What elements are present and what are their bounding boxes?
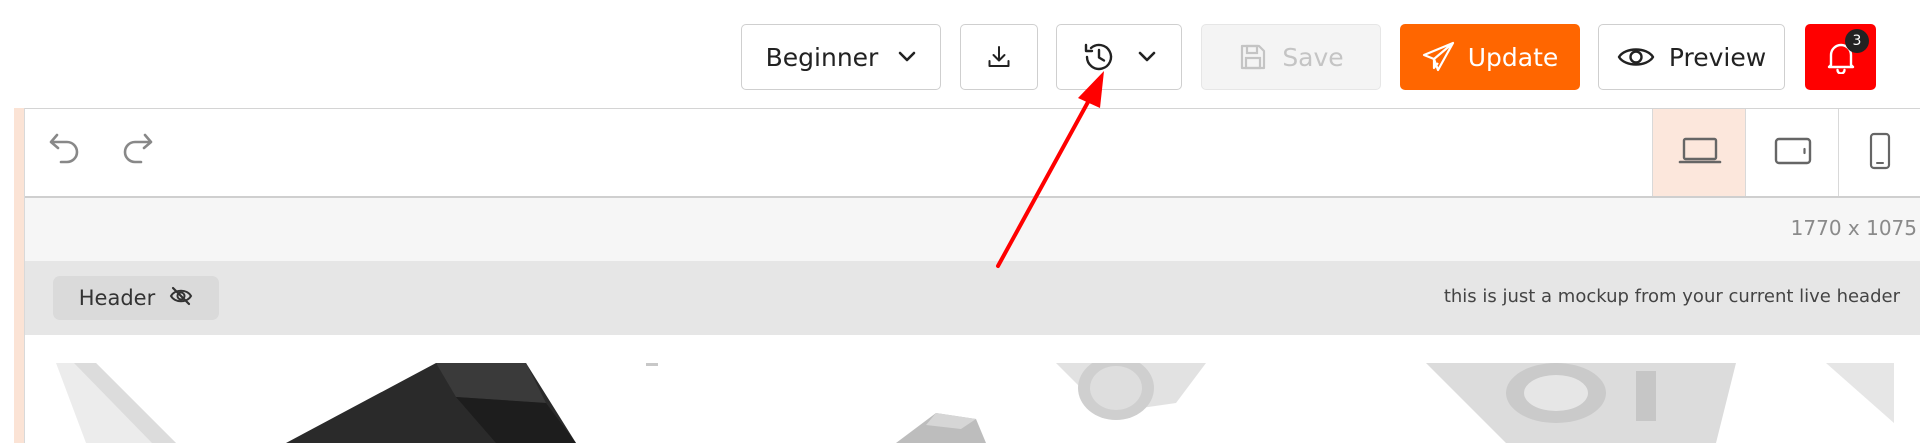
paper-plane-icon [1422, 41, 1456, 73]
device-desktop-button[interactable] [1652, 109, 1746, 196]
header-section-label: Header [78, 286, 156, 310]
update-button-label: Update [1467, 42, 1559, 72]
redo-icon[interactable] [117, 129, 155, 173]
eye-slash-icon[interactable] [169, 286, 193, 311]
history-clock-icon [1082, 40, 1116, 74]
canvas-dimensions: 1770 x 1075 [1790, 216, 1917, 240]
header-section-bar: Header this is just a mockup from your c… [25, 261, 1920, 335]
device-tablet-button[interactable] [1745, 109, 1839, 196]
download-icon [986, 44, 1012, 70]
history-button[interactable] [1056, 24, 1182, 90]
chevron-down-icon [898, 51, 916, 63]
undo-icon[interactable] [47, 129, 85, 173]
canvas-dimensions-row: 1770 x 1075 [25, 198, 1920, 261]
phone-icon [1868, 132, 1892, 174]
save-button-label: Save [1282, 42, 1344, 72]
update-button[interactable]: Update [1400, 24, 1580, 90]
level-select-value: Beginner [765, 42, 879, 72]
download-button[interactable] [960, 24, 1038, 90]
notifications-button[interactable]: 3 [1805, 24, 1876, 90]
save-button[interactable]: Save [1201, 24, 1381, 90]
page-canvas-preview [56, 363, 1894, 443]
editor-toolbar [25, 109, 1920, 198]
preview-button[interactable]: Preview [1598, 24, 1785, 90]
chevron-down-icon [1138, 51, 1156, 63]
floppy-disk-icon [1238, 42, 1268, 72]
tablet-icon [1773, 135, 1813, 171]
left-panel-edge [14, 108, 25, 443]
notification-count-badge: 3 [1845, 29, 1869, 53]
header-section-chip[interactable]: Header [53, 276, 219, 320]
product-image [56, 363, 1894, 443]
header-mockup-note: this is just a mockup from your current … [1443, 286, 1900, 307]
device-mobile-button[interactable] [1838, 109, 1920, 196]
laptop-icon [1678, 135, 1722, 171]
eye-icon [1617, 44, 1655, 70]
preview-button-label: Preview [1668, 42, 1767, 72]
top-toolbar: Beginner Save Update Preview 3 [0, 0, 1920, 109]
level-select[interactable]: Beginner [741, 24, 941, 90]
left-margin [0, 108, 14, 443]
